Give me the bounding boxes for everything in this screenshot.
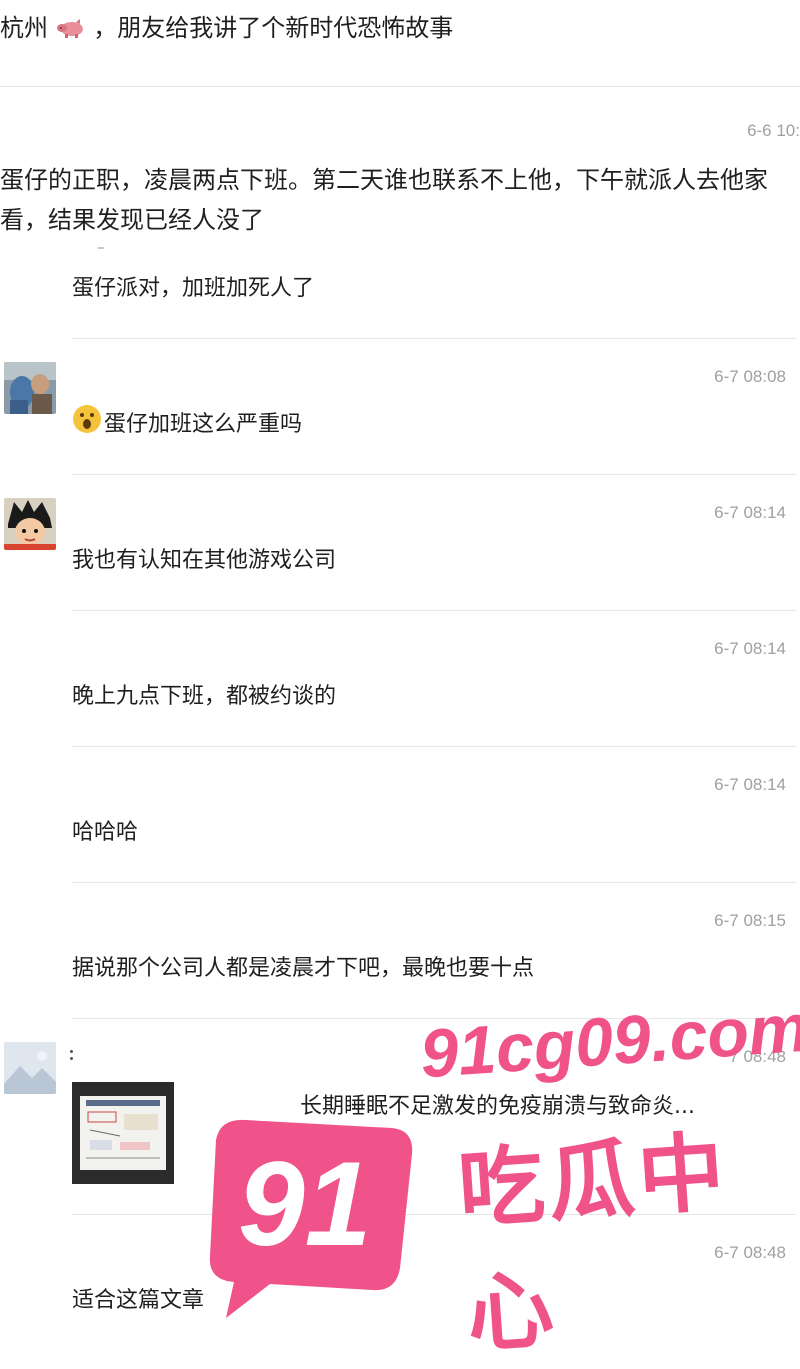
watermark-name: 吃瓜中心 xyxy=(455,1122,732,1366)
watermark-domain: 91cg09.com xyxy=(417,989,800,1093)
watermark-badge: 91 xyxy=(186,1110,418,1324)
comment-timestamp: 6-7 08:08 xyxy=(714,367,786,386)
stray-mark xyxy=(98,247,104,249)
pig-emoji-icon xyxy=(56,17,86,39)
avatar-photo-icon xyxy=(4,362,56,414)
avatar[interactable] xyxy=(4,362,56,414)
comment-text: 据说那个公司人都是凌晨才下吧，最晚也要十点 xyxy=(72,956,535,981)
comment-timestamp: 6-6 10: xyxy=(747,121,800,140)
comment-text: 我也有认知在其他游戏公司 xyxy=(72,548,337,573)
divider xyxy=(72,882,796,883)
comment-timestamp: 6-7 08:14 xyxy=(714,775,786,794)
avatar-landscape-icon xyxy=(4,1042,56,1094)
comment-text: 适合这篇文章 xyxy=(72,1288,205,1313)
comment-timestamp: 6-7 08:15 xyxy=(714,911,786,930)
divider xyxy=(72,610,796,611)
thumbnail-diagram-icon xyxy=(80,1096,166,1170)
avatar-cartoon-icon xyxy=(4,498,56,550)
comment-timestamp: 6-7 08:14 xyxy=(714,639,786,658)
dots-marker xyxy=(70,1050,74,1064)
watermark-number: 91 xyxy=(238,1137,372,1271)
divider xyxy=(72,338,796,339)
divider xyxy=(72,1214,796,1215)
avatar[interactable] xyxy=(4,498,56,550)
divider xyxy=(0,86,800,87)
comment-timestamp: 6-7 08:48 xyxy=(714,1243,786,1262)
divider xyxy=(72,1018,796,1019)
post-title: 杭州 ，朋友给我讲了个新时代恐怖故事 xyxy=(0,8,453,43)
comment-timestamp: 6-7 08:14 xyxy=(714,503,786,522)
comment-text: 蛋仔加班这么严重吗 xyxy=(104,412,303,437)
comment-timestamp: 7 08:48 xyxy=(729,1047,786,1066)
comment-text: 蛋仔派对，加班加死人了 xyxy=(72,276,315,301)
article-title[interactable]: 长期睡眠不足激发的免疫崩溃与致命炎... xyxy=(300,1088,695,1120)
comment-text: 晚上九点下班，都被约谈的 xyxy=(72,684,337,709)
divider xyxy=(72,746,796,747)
post-title-suffix: ，朋友给我讲了个新时代恐怖故事 xyxy=(93,14,454,42)
post-title-prefix: 杭州 xyxy=(0,14,48,42)
avatar[interactable] xyxy=(4,1042,56,1094)
post-body: 蛋仔的正职，凌晨两点下班。第二天谁也联系不上他，下午就派人去他家看，结果发现已经… xyxy=(0,166,768,234)
article-thumbnail[interactable] xyxy=(72,1082,174,1184)
divider xyxy=(72,474,796,475)
comment-text: 哈哈哈 xyxy=(72,820,139,845)
shocked-emoji-icon xyxy=(72,404,102,434)
